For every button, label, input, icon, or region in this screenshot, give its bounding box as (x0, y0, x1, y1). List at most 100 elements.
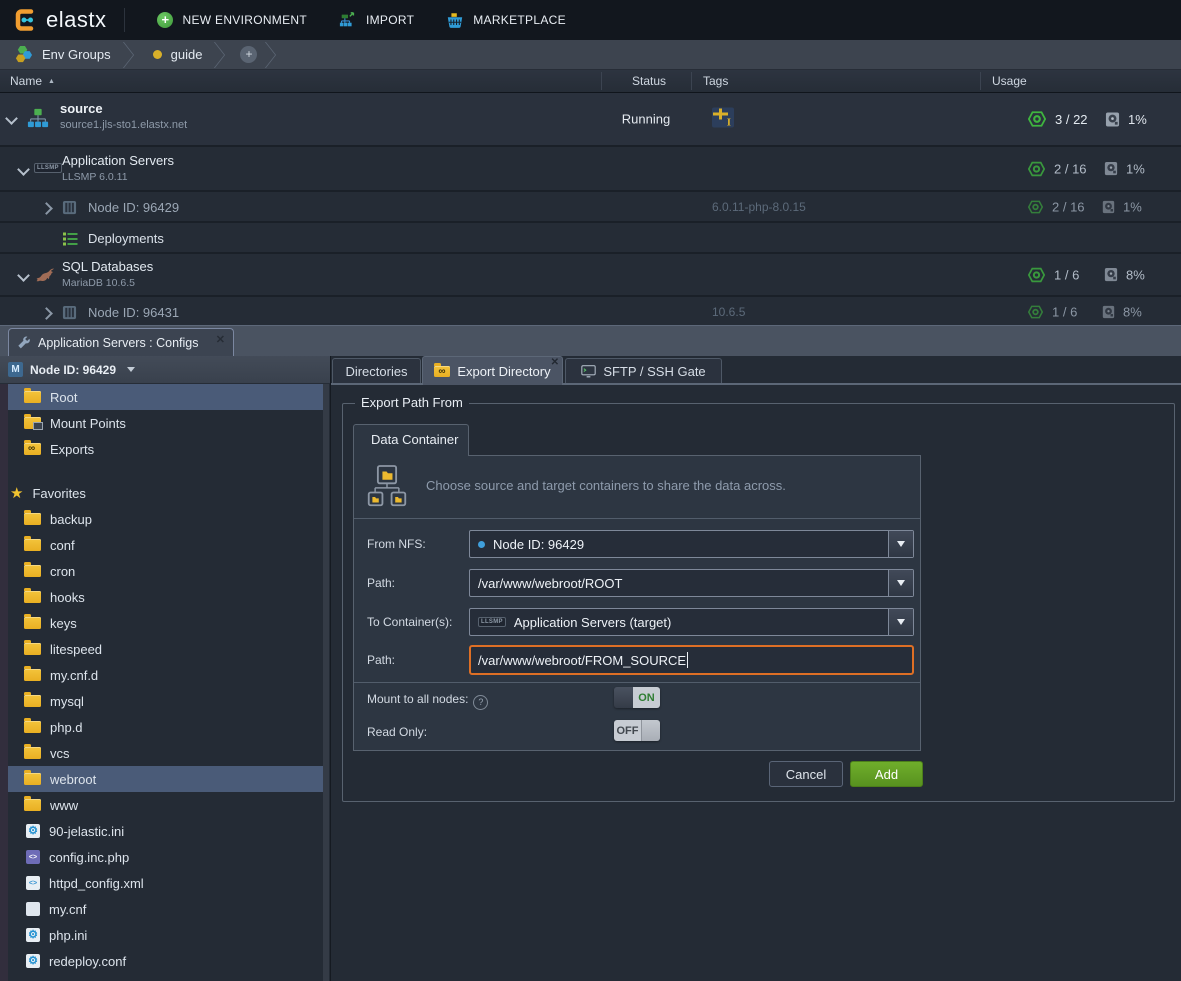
environment-grid: source source1.jls-sto1.elastx.net Runni… (0, 93, 1181, 325)
chevron-down-icon (897, 580, 905, 586)
tree-file-my-cnf[interactable]: my.cnf (8, 896, 323, 922)
tree-folder-cron[interactable]: cron (8, 558, 323, 584)
add-button[interactable]: Add (850, 761, 923, 787)
new-environment-button[interactable]: + NEW ENVIRONMENT (157, 12, 307, 28)
column-divider (601, 72, 602, 90)
folder-icon (24, 391, 41, 403)
tab-directories[interactable]: Directories (332, 358, 421, 383)
tree-spacer (8, 462, 323, 480)
close-icon[interactable]: ✕ (551, 357, 559, 368)
tree-folder-webroot[interactable]: webroot (8, 766, 323, 792)
collapse-chevron-icon[interactable] (5, 112, 18, 125)
folder-icon (24, 513, 41, 525)
tree-item-exports[interactable]: Exports (8, 436, 323, 462)
tab-data-container[interactable]: Data Container (353, 424, 469, 456)
tree-folder-litespeed[interactable]: litespeed (8, 636, 323, 662)
import-button[interactable]: IMPORT (339, 11, 414, 29)
toggle-knob (614, 687, 633, 708)
breadcrumb-separator (125, 41, 139, 69)
cloudlets-usage: 1 / 6 (1052, 305, 1102, 320)
import-tree-icon (339, 11, 357, 29)
tree-file-php-ini[interactable]: ⚙php.ini (8, 922, 323, 948)
source-path-combo[interactable]: /var/www/webroot/ROOT (469, 569, 914, 597)
tab-export-directory[interactable]: Export Directory ✕ (422, 356, 563, 385)
folder-icon (24, 799, 41, 811)
config-file-icon: ⚙ (26, 824, 40, 838)
tree-folder-mysql[interactable]: mysql (8, 688, 323, 714)
tree-folder-keys[interactable]: keys (8, 610, 323, 636)
mount-all-nodes-toggle[interactable]: ON (614, 687, 660, 708)
tab-sftp-ssh-gate[interactable]: SFTP / SSH Gate (565, 358, 722, 383)
node-row-96429[interactable]: Node ID: 96429 6.0.11-php-8.0.15 2 / 16 … (0, 190, 1181, 221)
help-icon[interactable]: ? (473, 695, 488, 710)
tree-section-favorites[interactable]: ★ Favorites (8, 480, 323, 506)
cloudlets-icon (1028, 199, 1043, 214)
tree-folder-www[interactable]: www (8, 792, 323, 818)
deployments-row[interactable]: Deployments (0, 221, 1181, 252)
to-containers-combo[interactable]: LLSMPApplication Servers (target) (469, 608, 914, 636)
breadcrumb-env-groups[interactable]: Env Groups (0, 45, 125, 64)
node-group-row-app-servers[interactable]: LLSMP Application Servers LLSMP 6.0.11 2… (0, 145, 1181, 190)
node-selector[interactable]: M Node ID: 96429 (0, 356, 330, 384)
tree-folder-php-d[interactable]: php.d (8, 714, 323, 740)
tree-file-90-jelastic-ini[interactable]: ⚙90-jelastic.ini (8, 818, 323, 844)
brand-name: elastx (46, 7, 106, 33)
column-header-name[interactable]: Name▲ (10, 74, 55, 88)
tree-item-root[interactable]: Root (8, 384, 323, 410)
expand-chevron-icon[interactable] (40, 307, 53, 320)
tree-item-mount-points[interactable]: Mount Points (8, 410, 323, 436)
tree-folder-vcs[interactable]: vcs (8, 740, 323, 766)
brand-logo[interactable]: elastx (12, 6, 106, 34)
close-icon[interactable]: ✕ (216, 333, 225, 346)
fieldset-legend: Export Path From (355, 395, 469, 410)
folder-icon (24, 669, 41, 681)
collapse-chevron-icon[interactable] (17, 163, 30, 176)
collapse-chevron-icon[interactable] (17, 269, 30, 282)
tree-file-httpd-config-xml[interactable]: <>httpd_config.xml (8, 870, 323, 896)
node-tag: 10.6.5 (712, 305, 745, 319)
read-only-toggle[interactable]: OFF (614, 720, 660, 741)
expand-chevron-icon[interactable] (40, 202, 53, 215)
tree-folder-hooks[interactable]: hooks (8, 584, 323, 610)
dropdown-button[interactable] (888, 609, 913, 635)
node-group-stack: MariaDB 10.6.5 (62, 277, 153, 289)
breadcrumb-guide[interactable]: guide (139, 47, 217, 62)
tree-folder-my-cnf-d[interactable]: my.cnf.d (8, 662, 323, 688)
source-path-label: Path: (367, 576, 395, 590)
column-header-status[interactable]: Status (632, 74, 666, 88)
cloudlets-usage: 3 / 22 (1055, 112, 1105, 127)
tree-file-config-inc-php[interactable]: <>config.inc.php (8, 844, 323, 870)
node-dot-icon (478, 541, 485, 548)
node-row-96431[interactable]: Node ID: 96431 10.6.5 1 / 6 8% (0, 295, 1181, 325)
star-icon: ★ (10, 486, 23, 501)
xml-file-icon: <> (26, 876, 40, 890)
file-tree-sidebar: M Node ID: 96429 Root Mount Points Expor… (0, 356, 331, 981)
tree-folder-conf[interactable]: conf (8, 532, 323, 558)
node-group-row-sql[interactable]: SQL Databases MariaDB 10.6.5 1 / 6 8% (0, 252, 1181, 295)
llsmp-stack-icon: LLSMP (478, 617, 506, 627)
column-header-usage[interactable]: Usage (992, 74, 1027, 88)
dropdown-button[interactable] (888, 570, 913, 596)
export-path-fieldset: Export Path From Data Container (342, 403, 1175, 802)
target-path-input[interactable]: /var/www/webroot/FROM_SOURCE (469, 645, 914, 675)
configs-panel-tab[interactable]: Application Servers : Configs ✕ (8, 328, 234, 357)
folder-icon (24, 539, 41, 551)
add-env-group-button[interactable]: + (240, 46, 257, 63)
dropdown-button[interactable] (888, 531, 913, 557)
configs-panel: M Node ID: 96429 Root Mount Points Expor… (0, 356, 1181, 981)
form-description: Choose source and target containers to s… (426, 478, 786, 493)
tree-scrollbar[interactable] (323, 384, 329, 981)
region-flag-icon[interactable]: I (712, 108, 734, 128)
chevron-down-icon (127, 367, 135, 372)
column-header-tags[interactable]: Tags (703, 74, 728, 88)
tree-folder-backup[interactable]: backup (8, 506, 323, 532)
tree-file-redeploy-conf[interactable]: ⚙redeploy.conf (8, 948, 323, 974)
environment-icon (27, 107, 49, 129)
marketplace-button[interactable]: MARKETPLACE (446, 11, 566, 29)
disk-usage: 1% (1128, 112, 1147, 127)
config-file-icon: ⚙ (26, 928, 40, 942)
from-nfs-combo[interactable]: Node ID: 96429 (469, 530, 914, 558)
cancel-button[interactable]: Cancel (769, 761, 843, 787)
env-row-source[interactable]: source source1.jls-sto1.elastx.net Runni… (0, 93, 1181, 145)
deployments-label: Deployments (88, 231, 164, 246)
